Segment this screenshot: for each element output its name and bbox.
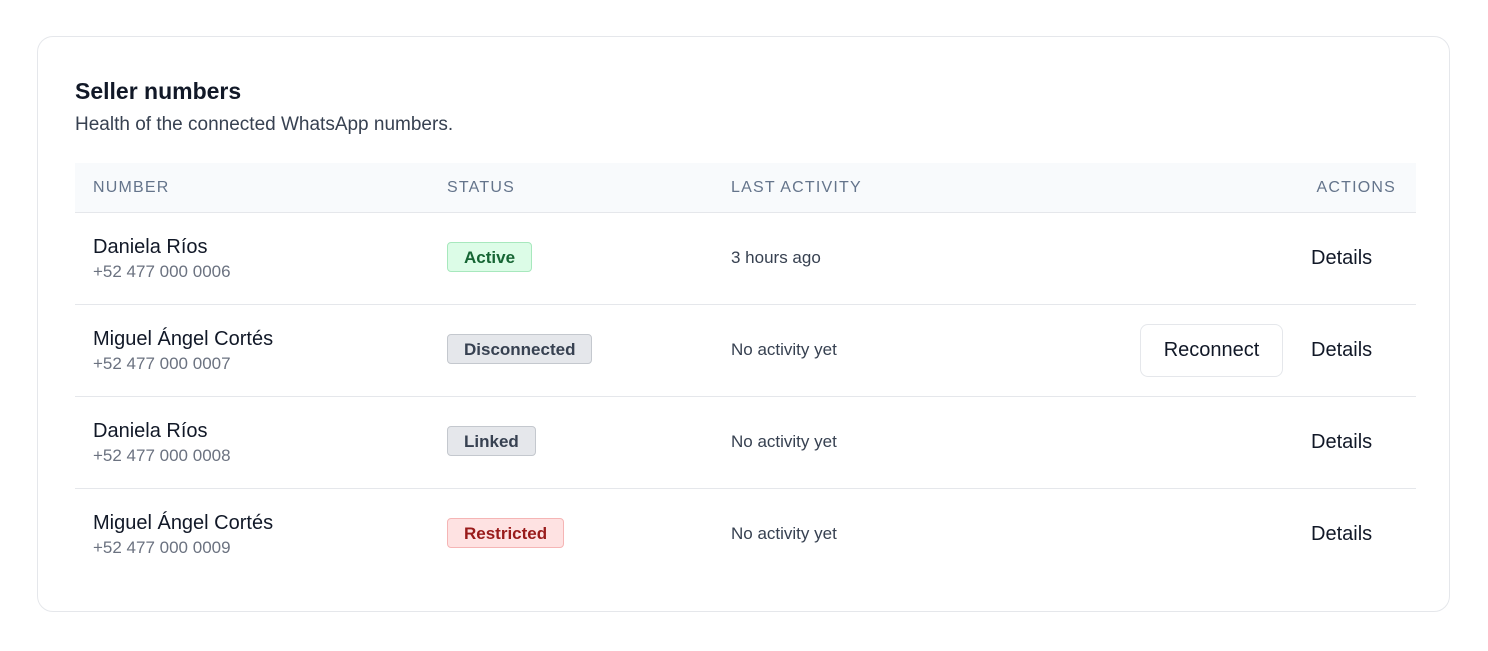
- seller-name: Daniela Ríos: [93, 236, 208, 258]
- seller-numbers-table: NUMBER STATUS LAST ACTIVITY ACTIONS Dani…: [75, 163, 1416, 580]
- last-activity: No activity yet: [731, 432, 837, 451]
- phone-number: +52 477 000 0007: [93, 354, 231, 373]
- phone-number: +52 477 000 0009: [93, 538, 231, 557]
- table-row: Daniela Ríos +52 477 000 0008 Linked No …: [75, 397, 1416, 489]
- status-badge: Disconnected: [447, 334, 593, 364]
- reconnect-button[interactable]: Reconnect: [1140, 324, 1283, 377]
- details-button[interactable]: Details: [1311, 416, 1372, 469]
- table-row: Daniela Ríos +52 477 000 0006 Active 3 h…: [75, 213, 1416, 305]
- seller-numbers-card: Seller numbers Health of the connected W…: [37, 36, 1450, 612]
- last-activity: No activity yet: [731, 340, 837, 359]
- number-cell: Daniela Ríos +52 477 000 0008: [93, 418, 231, 468]
- table-row: Miguel Ángel Cortés +52 477 000 0009 Res…: [75, 489, 1416, 580]
- card-subtitle: Health of the connected WhatsApp numbers…: [75, 114, 454, 135]
- details-button[interactable]: Details: [1311, 324, 1372, 377]
- number-cell: Miguel Ángel Cortés +52 477 000 0009: [93, 510, 273, 560]
- column-header-last-activity: LAST ACTIVITY: [731, 179, 862, 196]
- table-row: Miguel Ángel Cortés +52 477 000 0007 Dis…: [75, 305, 1416, 397]
- table-header: NUMBER STATUS LAST ACTIVITY ACTIONS: [75, 163, 1416, 213]
- seller-name: Daniela Ríos: [93, 420, 208, 442]
- status-badge: Restricted: [447, 518, 565, 548]
- column-header-status: STATUS: [447, 179, 515, 196]
- column-header-actions: ACTIONS: [1316, 179, 1396, 196]
- phone-number: +52 477 000 0008: [93, 446, 231, 465]
- card-title: Seller numbers: [75, 78, 242, 104]
- phone-number: +52 477 000 0006: [93, 262, 231, 281]
- last-activity: 3 hours ago: [731, 248, 821, 267]
- seller-name: Miguel Ángel Cortés: [93, 512, 274, 534]
- number-cell: Miguel Ángel Cortés +52 477 000 0007: [93, 326, 273, 376]
- details-button[interactable]: Details: [1311, 508, 1372, 561]
- last-activity: No activity yet: [731, 524, 837, 543]
- details-button[interactable]: Details: [1311, 232, 1372, 285]
- column-header-number: NUMBER: [93, 179, 170, 196]
- status-badge: Active: [447, 242, 533, 272]
- number-cell: Daniela Ríos +52 477 000 0006: [93, 234, 231, 284]
- seller-name: Miguel Ángel Cortés: [93, 328, 274, 350]
- status-badge: Linked: [447, 426, 536, 456]
